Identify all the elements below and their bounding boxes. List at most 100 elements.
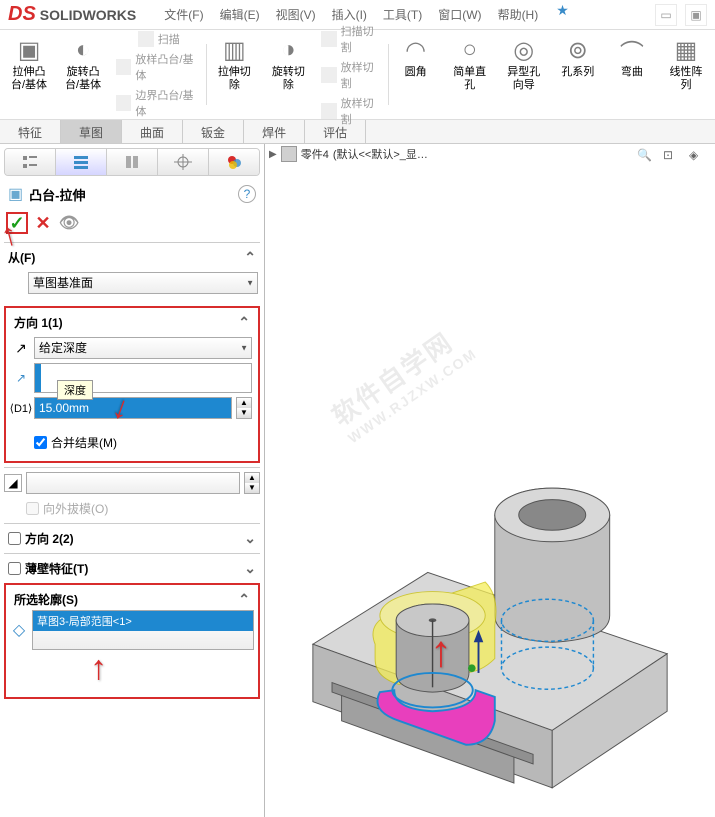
ok-button[interactable]: ✓ xyxy=(6,212,28,234)
direction1-highlight-box: 方向 1(1) ⌃ ↗ 给定深度 ↗ 深度 xyxy=(4,306,260,463)
help-icon[interactable]: ? xyxy=(238,185,256,203)
reverse-direction-icon[interactable]: ↗ xyxy=(12,339,30,357)
tab-sheetmetal[interactable]: 钣金 xyxy=(183,120,244,143)
ribbon-revolve-boss[interactable]: ◐ 旋转凸台/基体 xyxy=(62,34,104,115)
part-icon xyxy=(281,146,297,162)
collapse-icon: ⌃ xyxy=(238,591,250,608)
view-orient-icon[interactable]: ◈ xyxy=(689,148,709,168)
thin-header[interactable]: 薄壁特征(T) ⌄ xyxy=(4,558,260,579)
ribbon-boss-extras: 扫描 放样凸台/基体 边界凸台/基体 xyxy=(116,34,201,115)
ribbon-revolve-cut[interactable]: ◑ 旋转切除 xyxy=(267,34,309,115)
thin-checkbox[interactable] xyxy=(8,562,21,575)
end-condition-wrap: 给定深度 xyxy=(34,337,252,359)
draft-spinner: ▲ ▼ xyxy=(244,472,260,494)
sweep-icon xyxy=(138,31,154,47)
draft-outward-checkbox[interactable] xyxy=(26,502,39,515)
ribbon-hole-wizard[interactable]: ◎ 异型孔向导 xyxy=(503,34,545,115)
main-area: ▣ 凸台-拉伸 ? ✓ ✕ 👁 ↑ 从(F) ⌃ 草图基准面 xyxy=(0,144,715,817)
contour-icon: ◇ xyxy=(10,621,28,639)
ribbon-boundary-cut[interactable]: 放样切割 xyxy=(321,95,382,127)
depth-dim-icon: ⟨D1⟩ xyxy=(12,399,30,417)
ribbon-extrude-cut[interactable]: ▥ 拉伸切除 xyxy=(213,34,255,115)
spinner-up[interactable]: ▲ xyxy=(237,398,251,408)
fillet-icon: ◠ xyxy=(400,34,432,66)
draft-outward-row: 向外拔模(O) xyxy=(4,498,260,519)
loft-icon xyxy=(116,59,131,75)
collapse-icon: ⌃ xyxy=(238,314,250,331)
view-toolbar: 🔍 ⊡ ◈ xyxy=(637,148,709,168)
boundary-cut-icon xyxy=(321,103,336,119)
panel-tab-config[interactable] xyxy=(107,149,158,175)
menu-star-icon[interactable]: ★ xyxy=(556,2,569,27)
ribbon-sweep-cut[interactable]: 扫描切割 xyxy=(321,23,382,55)
breadcrumb-arrow-icon[interactable]: ▶ xyxy=(269,149,277,160)
wrap-icon: ⌒ xyxy=(616,34,648,66)
spinner-down[interactable]: ▼ xyxy=(237,408,251,418)
ribbon-loft[interactable]: 放样凸台/基体 xyxy=(116,51,201,83)
graphics-area[interactable]: ▶ 零件4 (默认<<默认>_显… 🔍 ⊡ ◈ 软件自学网 WWW.RJZXW.… xyxy=(265,144,715,817)
tab-features[interactable]: 特征 xyxy=(0,120,61,143)
breadcrumb-part[interactable]: 零件4 xyxy=(301,146,329,162)
from-select[interactable]: 草图基准面 xyxy=(28,272,258,294)
menu-file[interactable]: 文件(F) xyxy=(156,2,211,27)
revolve-cut-icon: ◑ xyxy=(272,34,304,66)
ribbon-hole-series[interactable]: ⊚ 孔系列 xyxy=(557,34,599,115)
selection-indicator xyxy=(35,364,41,392)
contour-item[interactable]: 草图3-局部范围<1> xyxy=(33,611,253,631)
from-header[interactable]: 从(F) ⌃ xyxy=(4,247,260,268)
ribbon-simple-hole[interactable]: ○ 简单直孔 xyxy=(449,34,491,115)
ribbon-extrude-boss[interactable]: ▣ 拉伸凸台/基体 xyxy=(8,34,50,115)
tab-weldments[interactable]: 焊件 xyxy=(244,120,305,143)
ribbon-sweep[interactable]: 扫描 xyxy=(138,31,180,47)
contours-header[interactable]: 所选轮廓(S) ⌃ xyxy=(10,589,254,610)
direction-ref-input[interactable]: 深度 xyxy=(34,363,252,393)
dir2-header[interactable]: 方向 2(2) ⌄ xyxy=(4,528,260,549)
panel-tab-feature-tree[interactable] xyxy=(5,149,56,175)
menu-help[interactable]: 帮助(H) xyxy=(490,2,547,27)
ribbon-wrap[interactable]: ⌒ 弯曲 xyxy=(611,34,653,115)
cancel-button[interactable]: ✕ xyxy=(32,212,54,234)
ribbon-fillet[interactable]: ◠ 圆角 xyxy=(395,34,437,115)
qa-new-icon[interactable]: ▭ xyxy=(655,4,677,26)
tab-surface[interactable]: 曲面 xyxy=(122,120,183,143)
boss-extrude-icon: ▣ xyxy=(8,184,23,204)
zoom-fit-icon[interactable]: 🔍 xyxy=(637,148,657,168)
draft-icon[interactable]: ◢ xyxy=(4,474,22,492)
tab-sketch[interactable]: 草图 xyxy=(61,120,122,143)
dir1-header[interactable]: 方向 1(1) ⌃ xyxy=(10,312,254,333)
panel-tab-appearance[interactable] xyxy=(209,149,259,175)
depth-spinner: ▲ ▼ xyxy=(236,397,252,419)
dimxpert-icon xyxy=(174,154,192,170)
cylinder-boss xyxy=(495,488,610,642)
menu-window[interactable]: 窗口(W) xyxy=(430,2,489,27)
accept-row: ✓ ✕ 👁 ↑ xyxy=(4,208,260,238)
ribbon-loft-cut[interactable]: 放样切割 xyxy=(321,59,382,91)
logo-ds-icon: DS xyxy=(8,3,36,26)
qa-open-icon[interactable]: ▣ xyxy=(685,4,707,26)
spinner-up[interactable]: ▲ xyxy=(245,473,259,483)
ribbon-linear-pattern[interactable]: ▦ 线性阵列 xyxy=(665,34,707,115)
menu-tools[interactable]: 工具(T) xyxy=(375,2,430,27)
spinner-down[interactable]: ▼ xyxy=(245,483,259,493)
menu-view[interactable]: 视图(V) xyxy=(268,2,324,27)
dir2-checkbox[interactable] xyxy=(8,532,21,545)
loft-cut-icon xyxy=(321,67,336,83)
panel-tab-property[interactable] xyxy=(56,149,107,175)
preview-button[interactable]: 👁 xyxy=(58,212,80,234)
depth-input[interactable] xyxy=(34,397,232,419)
section-from: 从(F) ⌃ 草图基准面 xyxy=(4,242,260,302)
simple-hole-icon: ○ xyxy=(454,34,486,66)
feature-title: 凸台-拉伸 xyxy=(29,185,85,204)
panel-tab-dimxpert[interactable] xyxy=(158,149,209,175)
direction-icon[interactable]: ↗ xyxy=(12,369,30,387)
end-condition-select[interactable]: 给定深度 xyxy=(34,337,252,359)
contour-list[interactable]: 草图3-局部范围<1> xyxy=(32,610,254,650)
menu-edit[interactable]: 编辑(E) xyxy=(212,2,268,27)
hole-wizard-icon: ◎ xyxy=(508,34,540,66)
zoom-area-icon[interactable]: ⊡ xyxy=(663,148,683,168)
logo-text: SOLIDWORKS xyxy=(40,7,136,23)
draft-input[interactable] xyxy=(26,472,240,494)
ribbon-boundary[interactable]: 边界凸台/基体 xyxy=(116,87,201,119)
quick-access: ▭ ▣ xyxy=(655,4,715,26)
merge-result-checkbox[interactable] xyxy=(34,436,47,449)
